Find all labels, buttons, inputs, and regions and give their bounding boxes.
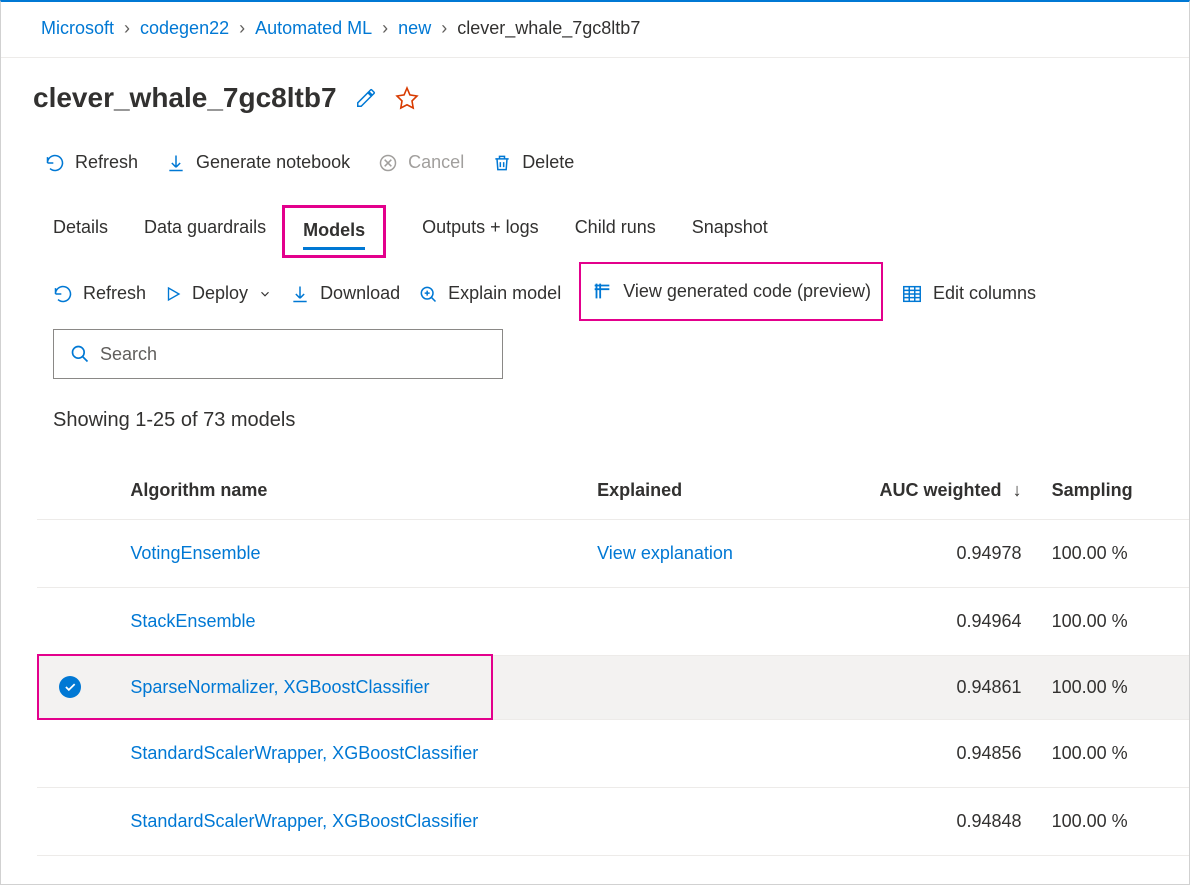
- download-label: Download: [320, 283, 400, 304]
- edit-icon[interactable]: [355, 87, 377, 109]
- deploy-button[interactable]: Deploy: [164, 283, 272, 304]
- view-generated-code-label: View generated code (preview): [623, 281, 871, 302]
- tab-details[interactable]: Details: [53, 217, 108, 252]
- auc-value: 0.94964: [872, 588, 1052, 656]
- models-toolbar: Refresh Deploy Download Explain model Vi…: [1, 252, 1189, 309]
- breadcrumb: Microsoft › codegen22 › Automated ML › n…: [1, 2, 1189, 58]
- column-header-algorithm[interactable]: Algorithm name: [100, 462, 597, 520]
- breadcrumb-item[interactable]: Automated ML: [255, 18, 372, 39]
- highlight-models-tab: Models: [282, 205, 386, 258]
- chevron-right-icon: ›: [441, 18, 447, 39]
- breadcrumb-item[interactable]: new: [398, 18, 431, 39]
- download-button[interactable]: Download: [290, 283, 400, 304]
- algorithm-link[interactable]: VotingEnsemble: [130, 543, 260, 563]
- generate-notebook-label: Generate notebook: [196, 152, 350, 173]
- table-row[interactable]: SparseNormalizer, XGBoostClassifier 0.94…: [37, 656, 1189, 720]
- tab-data-guardrails[interactable]: Data guardrails: [144, 217, 266, 252]
- favorite-icon[interactable]: [395, 86, 419, 110]
- checkmark-icon: [63, 680, 77, 694]
- column-header-explained[interactable]: Explained: [597, 462, 872, 520]
- refresh-label: Refresh: [75, 152, 138, 173]
- column-header-sampling[interactable]: Sampling: [1052, 462, 1189, 520]
- title-row: clever_whale_7gc8ltb7: [1, 58, 1189, 122]
- table-row[interactable]: StandardScalerWrapper, XGBoostClassifier…: [37, 720, 1189, 788]
- edit-columns-button[interactable]: Edit columns: [901, 283, 1036, 305]
- sampling-value: 100.00 %: [1052, 788, 1189, 856]
- view-generated-code-button[interactable]: View generated code (preview): [591, 280, 871, 302]
- delete-button[interactable]: Delete: [492, 152, 574, 173]
- refresh-models-label: Refresh: [83, 283, 146, 304]
- breadcrumb-item-current: clever_whale_7gc8ltb7: [457, 18, 640, 39]
- row-select[interactable]: [59, 608, 81, 630]
- row-select[interactable]: [59, 676, 81, 698]
- delete-label: Delete: [522, 152, 574, 173]
- search-input[interactable]: [100, 344, 486, 365]
- table-row[interactable]: StackEnsemble 0.94964 100.00 %: [37, 588, 1189, 656]
- sampling-value: 100.00 %: [1052, 520, 1189, 588]
- sampling-value: 100.00 %: [1052, 588, 1189, 656]
- cancel-label: Cancel: [408, 152, 464, 173]
- auc-value: 0.94861: [872, 656, 1052, 720]
- generate-notebook-button[interactable]: Generate notebook: [166, 152, 350, 173]
- cancel-button: Cancel: [378, 152, 464, 173]
- column-header-select[interactable]: [37, 462, 100, 520]
- results-count: Showing 1-25 of 73 models: [1, 379, 1189, 442]
- deploy-label: Deploy: [192, 283, 248, 304]
- row-select[interactable]: [59, 740, 81, 762]
- chevron-down-icon: [258, 287, 272, 301]
- row-select[interactable]: [59, 540, 81, 562]
- explanation-cell: [597, 720, 872, 788]
- sort-descending-icon: ↓: [1013, 480, 1022, 500]
- breadcrumb-item[interactable]: codegen22: [140, 18, 229, 39]
- page-title: clever_whale_7gc8ltb7: [33, 82, 337, 114]
- tab-outputs-logs[interactable]: Outputs + logs: [422, 217, 539, 252]
- chevron-right-icon: ›: [382, 18, 388, 39]
- tabs: Details Data guardrails Models Outputs +…: [1, 183, 1189, 252]
- auc-value: 0.94848: [872, 788, 1052, 856]
- table-row[interactable]: VotingEnsemble View explanation 0.94978 …: [37, 520, 1189, 588]
- algorithm-link[interactable]: StandardScalerWrapper, XGBoostClassifier: [130, 811, 478, 831]
- algorithm-link[interactable]: StackEnsemble: [130, 611, 255, 631]
- refresh-models-button[interactable]: Refresh: [53, 283, 146, 304]
- explanation-cell: [597, 656, 872, 720]
- tab-models[interactable]: Models: [303, 220, 365, 250]
- algorithm-link[interactable]: StandardScalerWrapper, XGBoostClassifier: [130, 743, 478, 763]
- auc-value: 0.94978: [872, 520, 1052, 588]
- algorithm-link[interactable]: SparseNormalizer, XGBoostClassifier: [130, 677, 429, 697]
- search-icon: [70, 344, 90, 364]
- explain-model-button[interactable]: Explain model: [418, 283, 561, 304]
- sampling-value: 100.00 %: [1052, 720, 1189, 788]
- sampling-value: 100.00 %: [1052, 656, 1189, 720]
- models-table: Algorithm name Explained AUC weighted ↓ …: [37, 462, 1189, 856]
- tab-snapshot[interactable]: Snapshot: [692, 217, 768, 252]
- explanation-cell: [597, 588, 872, 656]
- chevron-right-icon: ›: [239, 18, 245, 39]
- refresh-button[interactable]: Refresh: [45, 152, 138, 173]
- row-select[interactable]: [59, 808, 81, 830]
- main-toolbar: Refresh Generate notebook Cancel Delete: [1, 122, 1189, 183]
- highlight-view-code: View generated code (preview): [579, 262, 883, 321]
- edit-columns-label: Edit columns: [933, 283, 1036, 304]
- explain-model-label: Explain model: [448, 283, 561, 304]
- column-header-auc[interactable]: AUC weighted ↓: [872, 462, 1052, 520]
- table-row[interactable]: StandardScalerWrapper, XGBoostClassifier…: [37, 788, 1189, 856]
- tab-child-runs[interactable]: Child runs: [575, 217, 656, 252]
- column-header-auc-label: AUC weighted: [880, 480, 1002, 500]
- auc-value: 0.94856: [872, 720, 1052, 788]
- chevron-right-icon: ›: [124, 18, 130, 39]
- search-box[interactable]: [53, 329, 503, 379]
- breadcrumb-item[interactable]: Microsoft: [41, 18, 114, 39]
- explanation-link[interactable]: View explanation: [597, 543, 733, 563]
- explanation-cell: [597, 788, 872, 856]
